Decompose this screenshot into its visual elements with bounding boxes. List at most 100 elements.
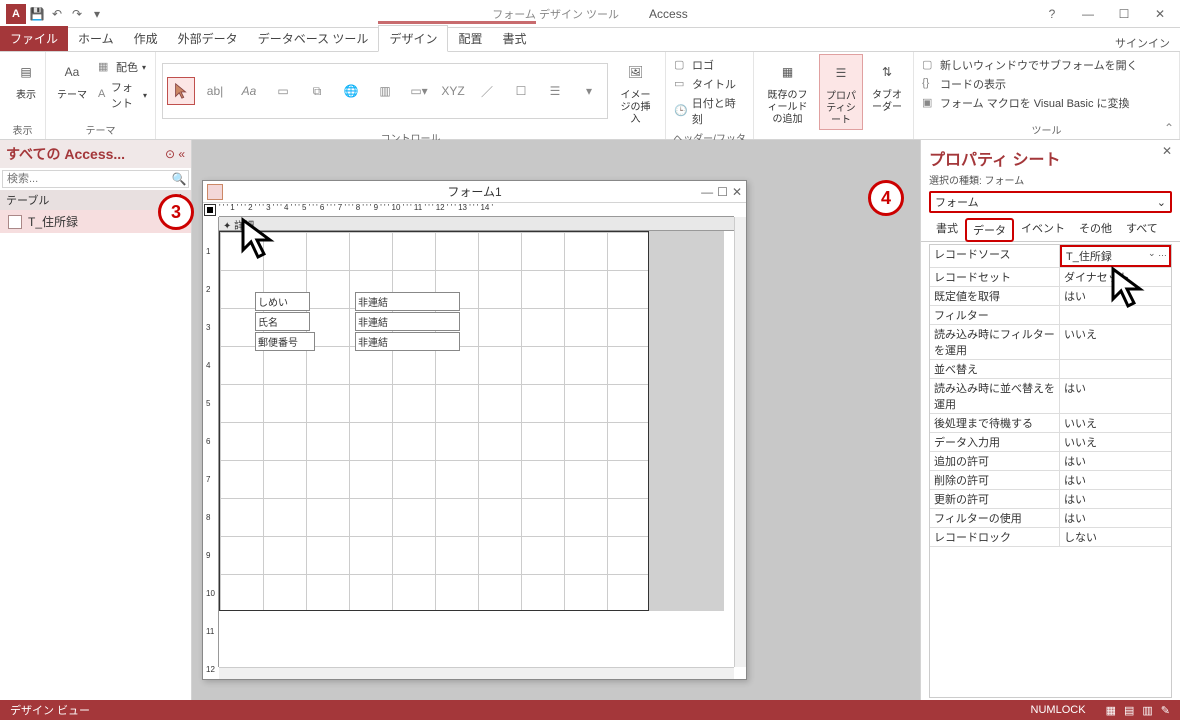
textbox-postal[interactable]: 非連結 — [355, 332, 460, 351]
title-bar: A 💾 ↶ ↷ ▾ フォーム デザイン ツール Access ? — ☐ ✕ — [0, 0, 1180, 28]
layout-view-icon[interactable]: ▥ — [1142, 704, 1152, 717]
tab-control-icon[interactable]: ⧉ — [303, 77, 331, 105]
detail-section-bar[interactable]: ✦ 詳細 — [219, 217, 734, 231]
nav-search-input[interactable] — [3, 171, 170, 187]
qat-dropdown-icon[interactable]: ▾ — [88, 5, 106, 23]
form-window-titlebar[interactable]: フォーム1 — ☐ ✕ — [203, 181, 746, 203]
undo-icon[interactable]: ↶ — [48, 5, 66, 23]
design-grid[interactable]: しめい 非連結 氏名 非連結 郵便番号 非連結 — [219, 231, 649, 611]
property-value[interactable]: いいえ — [1060, 325, 1171, 359]
button-icon[interactable]: ▭ — [269, 77, 297, 105]
tab-design[interactable]: デザイン — [378, 25, 448, 52]
property-row[interactable]: 読み込み時にフィルターを運用いいえ — [930, 325, 1171, 360]
insert-image-button[interactable]: 🖼 イメージの挿入 — [612, 54, 659, 128]
add-existing-fields-button[interactable]: ▦ 既存のフィールドの追加 — [760, 54, 815, 128]
textbox-icon[interactable]: ab| — [201, 77, 229, 105]
nav-control-icon[interactable]: ▥ — [371, 77, 399, 105]
view-button[interactable]: ▤ 表示 — [6, 54, 46, 104]
search-icon[interactable]: 🔍 — [170, 171, 188, 187]
line-icon[interactable]: ／ — [473, 77, 501, 105]
property-value[interactable]: はい — [1060, 490, 1171, 508]
form-icon — [207, 184, 223, 200]
hyperlink-icon[interactable]: 🌐 — [337, 77, 365, 105]
property-value[interactable]: はい — [1060, 509, 1171, 527]
minimize-icon[interactable]: — — [1074, 7, 1102, 21]
help-icon[interactable]: ? — [1038, 7, 1066, 21]
themes-button[interactable]: Aa テーマ — [52, 54, 92, 104]
pointer-icon[interactable] — [167, 77, 195, 105]
datetime-button[interactable]: 🕒日付と時刻 — [672, 94, 747, 128]
controls-gallery[interactable]: ab| Aa ▭ ⧉ 🌐 ▥ ▭▾ XYZ ／ ☐ ☰ ▾ — [162, 63, 608, 119]
property-value[interactable]: はい — [1060, 471, 1171, 489]
toggle-icon[interactable]: ☐ — [507, 77, 535, 105]
label-postal[interactable]: 郵便番号 — [255, 332, 315, 351]
design-view-icon[interactable]: ✎ — [1161, 704, 1170, 717]
property-value[interactable]: はい — [1060, 379, 1171, 413]
datasheet-view-icon[interactable]: ▤ — [1124, 704, 1134, 717]
logo-button[interactable]: ▢ロゴ — [672, 56, 747, 74]
label-name[interactable]: 氏名 — [255, 312, 310, 331]
tab-create[interactable]: 作成 — [124, 26, 168, 51]
convert-macro-button[interactable]: ▣フォーム マクロを Visual Basic に変換 — [920, 94, 1140, 112]
property-dropdown-icon[interactable]: ⌄ … — [1148, 248, 1167, 259]
subform-new-window-button[interactable]: ▢新しいウィンドウでサブフォームを開く — [920, 56, 1140, 74]
combobox-icon[interactable]: ▭▾ — [405, 77, 433, 105]
property-value[interactable]: いいえ — [1060, 414, 1171, 432]
property-row[interactable]: 読み込み時に並べ替えを運用はい — [930, 379, 1171, 414]
ps-tab-other[interactable]: その他 — [1072, 217, 1119, 241]
property-value[interactable]: いいえ — [1060, 433, 1171, 451]
form-close-icon[interactable]: ✕ — [732, 185, 742, 199]
more-controls-icon[interactable]: ▾ — [575, 77, 603, 105]
ps-tab-all[interactable]: すべて — [1119, 217, 1165, 241]
property-row[interactable]: データ入力用いいえ — [930, 433, 1171, 452]
property-value[interactable]: しない — [1060, 528, 1171, 546]
property-row[interactable]: フィルターの使用はい — [930, 509, 1171, 528]
form-maximize-icon[interactable]: ☐ — [717, 185, 728, 199]
vertical-scrollbar[interactable] — [734, 217, 746, 667]
horizontal-scrollbar[interactable] — [219, 667, 734, 679]
tab-format[interactable]: 書式 — [492, 26, 536, 51]
form-minimize-icon[interactable]: — — [701, 185, 713, 199]
textbox-shimei[interactable]: 非連結 — [355, 292, 460, 311]
property-row[interactable]: 後処理まで待機するいいえ — [930, 414, 1171, 433]
property-row[interactable]: 削除の許可はい — [930, 471, 1171, 490]
property-row[interactable]: 更新の許可はい — [930, 490, 1171, 509]
maximize-icon[interactable]: ☐ — [1110, 7, 1138, 21]
tab-arrange[interactable]: 配置 — [448, 26, 492, 51]
label-icon[interactable]: Aa — [235, 77, 263, 105]
save-icon[interactable]: 💾 — [28, 5, 46, 23]
property-value[interactable]: はい — [1060, 452, 1171, 470]
collapse-ribbon-icon[interactable]: ⌃ — [1164, 121, 1174, 135]
title-button[interactable]: ▭タイトル — [672, 75, 747, 93]
horizontal-ruler[interactable]: ' ' ' 1 ' ' ' 2 ' ' ' 3 ' ' ' 4 ' ' ' 5 … — [219, 203, 734, 217]
form-selector[interactable] — [204, 204, 216, 216]
tab-file[interactable]: ファイル — [0, 26, 68, 51]
tab-database-tools[interactable]: データベース ツール — [248, 26, 379, 51]
tab-external-data[interactable]: 外部データ — [168, 26, 248, 51]
vertical-ruler[interactable]: 1 2 3 4 5 6 7 8 9 10 11 12 — [203, 217, 219, 667]
close-icon[interactable]: ✕ — [1146, 7, 1174, 21]
label-shimei[interactable]: しめい — [255, 292, 310, 311]
property-row[interactable]: レコードロックしない — [930, 528, 1171, 547]
colors-button[interactable]: ▦配色▾ — [96, 58, 149, 76]
property-sheet-close-icon[interactable]: ✕ — [1162, 144, 1172, 158]
chart-icon[interactable]: XYZ — [439, 77, 467, 105]
property-sheet-object-selector[interactable]: フォーム ⌄ — [929, 191, 1172, 213]
ps-tab-format[interactable]: 書式 — [929, 217, 965, 241]
property-value[interactable] — [1060, 360, 1171, 378]
view-code-button[interactable]: {}コードの表示 — [920, 75, 1140, 93]
form-view-icon[interactable]: ▦ — [1106, 704, 1116, 717]
property-row[interactable]: 追加の許可はい — [930, 452, 1171, 471]
redo-icon[interactable]: ↷ — [68, 5, 86, 23]
property-sheet-button[interactable]: ☰ プロパティシート — [819, 54, 863, 130]
signin-link[interactable]: サインイン — [1115, 35, 1170, 51]
listbox-icon[interactable]: ☰ — [541, 77, 569, 105]
property-row[interactable]: 並べ替え — [930, 360, 1171, 379]
tab-order-button[interactable]: ⇅ タブオーダー — [867, 54, 907, 116]
ps-tab-data[interactable]: データ — [965, 218, 1014, 242]
tab-home[interactable]: ホーム — [68, 26, 124, 51]
ps-tab-event[interactable]: イベント — [1014, 217, 1072, 241]
textbox-name[interactable]: 非連結 — [355, 312, 460, 331]
fonts-button[interactable]: Aフォント▾ — [96, 78, 149, 112]
nav-pane-dropdown-icon[interactable]: ⊙ « — [165, 147, 185, 161]
